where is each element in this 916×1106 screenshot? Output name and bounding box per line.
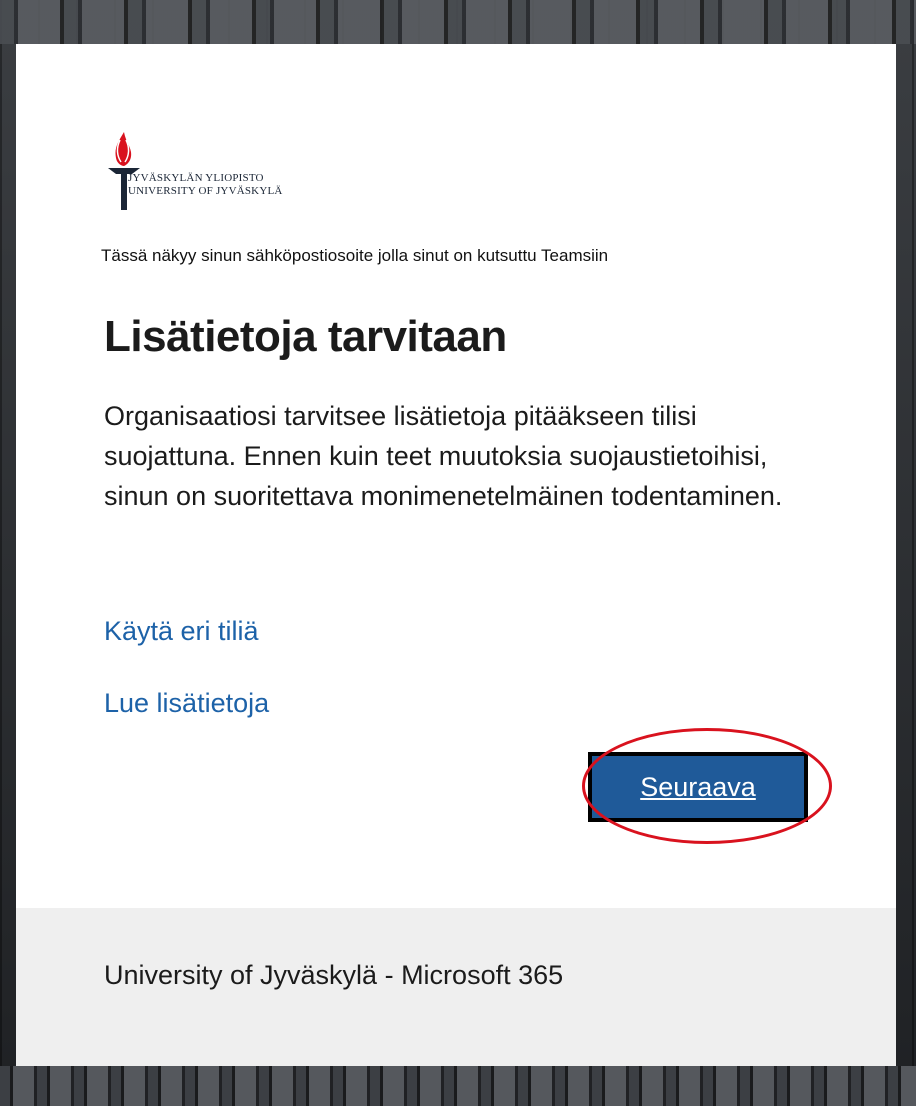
logo-line-finnish: JYVÄSKYLÄN YLIOPISTO (128, 172, 264, 184)
logo-text: JYVÄSKYLÄN YLIOPISTO UNIVERSITY OF JYVÄS… (128, 172, 283, 198)
background-top-strip (0, 0, 916, 44)
footer-text: University of Jyväskylä - Microsoft 365 (104, 960, 564, 990)
description-text: Organisaatiosi tarvitsee lisätietoja pit… (104, 401, 783, 511)
page-title: Lisätietoja tarvitaan (104, 312, 507, 361)
background-bottom-strip (0, 1066, 916, 1106)
logo-line-english: UNIVERSITY OF JYVÄSKYLÄ (128, 185, 283, 197)
torch-icon (108, 132, 140, 210)
university-logo (104, 130, 304, 210)
next-button[interactable]: Seuraava (588, 752, 808, 822)
email-notice: Tässä näkyy sinun sähköpostiosoite jolla… (101, 246, 609, 265)
footer: University of Jyväskylä - Microsoft 365 (16, 908, 896, 1066)
use-another-account-link[interactable]: Käytä eri tiliä (104, 616, 259, 647)
sign-in-card: JYVÄSKYLÄN YLIOPISTO UNIVERSITY OF JYVÄS… (16, 44, 896, 1066)
more-info-link[interactable]: Lue lisätietoja (104, 688, 269, 719)
